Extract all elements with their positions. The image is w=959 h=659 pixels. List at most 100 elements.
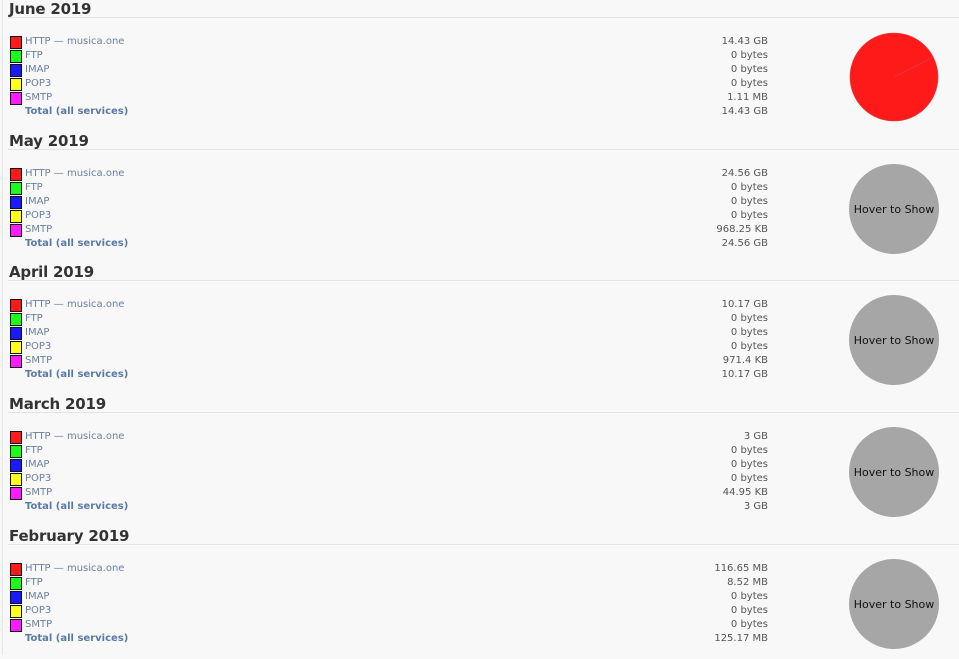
service-usage-value: 14.43 GB	[721, 36, 768, 47]
legend-swatch-icon	[10, 210, 22, 223]
service-row-http: HTTP — musica.one 3 GB	[10, 430, 770, 444]
service-label: SMTP	[25, 224, 53, 235]
service-row-pop3: POP3 0 bytes	[10, 340, 770, 354]
service-label: IMAP	[25, 591, 50, 602]
total-row: Total (all services) 10.17 GB	[10, 368, 770, 382]
service-row-ftp: FTP 0 bytes	[10, 181, 770, 195]
service-usage-value: 968.25 KB	[716, 224, 768, 235]
total-value: 14.43 GB	[721, 106, 768, 117]
total-value: 125.17 MB	[714, 633, 768, 644]
service-label: HTTP — musica.one	[25, 168, 125, 179]
service-label: FTP	[25, 50, 43, 61]
service-usage-value: 0 bytes	[730, 78, 768, 89]
service-usage-value: 24.56 GB	[721, 168, 768, 179]
section-divider	[8, 17, 959, 18]
legend-swatch-icon	[10, 487, 22, 500]
section-divider	[8, 544, 959, 545]
service-usage-value: 0 bytes	[730, 64, 768, 75]
service-row-http: HTTP — musica.one 116.65 MB	[10, 562, 770, 576]
service-row-http: HTTP — musica.one 10.17 GB	[10, 298, 770, 312]
service-row-ftp: FTP 0 bytes	[10, 312, 770, 326]
service-row-smtp: SMTP 968.25 KB	[10, 223, 770, 237]
service-label: IMAP	[25, 64, 50, 75]
service-usage-value: 0 bytes	[730, 182, 768, 193]
total-label: Total (all services)	[25, 369, 129, 380]
total-label: Total (all services)	[25, 501, 129, 512]
service-label: FTP	[25, 577, 43, 588]
service-label: POP3	[25, 210, 52, 221]
hover-to-show-chart[interactable]: Hover to Show	[849, 164, 939, 254]
month-section: April 2019 HTTP — musica.one 10.17 GB FTP 0 …	[0, 263, 959, 395]
service-label: SMTP	[25, 355, 53, 366]
legend-swatch-icon	[10, 445, 22, 458]
service-usage-value: 0 bytes	[730, 605, 768, 616]
service-row-ftp: FTP 0 bytes	[10, 444, 770, 458]
service-label: POP3	[25, 341, 52, 352]
service-row-imap: IMAP 0 bytes	[10, 63, 770, 77]
service-usage-value: 0 bytes	[730, 341, 768, 352]
service-row-smtp: SMTP 971.4 KB	[10, 354, 770, 368]
service-row-pop3: POP3 0 bytes	[10, 604, 770, 618]
month-section: February 2019 HTTP — musica.one 116.65 MB F…	[0, 527, 959, 659]
legend-swatch-icon	[10, 196, 22, 209]
legend-swatch-icon	[10, 78, 22, 91]
total-row: Total (all services) 14.43 GB	[10, 105, 770, 119]
legend-swatch-icon	[10, 563, 22, 576]
total-label: Total (all services)	[25, 238, 129, 249]
usage-pie-chart[interactable]	[849, 32, 939, 122]
service-label: HTTP — musica.one	[25, 36, 125, 47]
service-usage-value: 0 bytes	[730, 313, 768, 324]
service-row-imap: IMAP 0 bytes	[10, 458, 770, 472]
service-label: HTTP — musica.one	[25, 431, 125, 442]
service-usage-value: 3 GB	[743, 431, 768, 442]
service-label: HTTP — musica.one	[25, 563, 125, 574]
legend-swatch-icon	[10, 577, 22, 590]
section-divider	[8, 280, 959, 281]
service-list: HTTP — musica.one 14.43 GB FTP 0 bytes IMAP 0…	[10, 35, 770, 119]
service-row-http: HTTP — musica.one 24.56 GB	[10, 167, 770, 181]
legend-swatch-icon	[10, 64, 22, 77]
service-row-imap: IMAP 0 bytes	[10, 326, 770, 340]
legend-swatch-icon	[10, 431, 22, 444]
service-usage-value: 0 bytes	[730, 591, 768, 602]
service-label: HTTP — musica.one	[25, 299, 125, 310]
legend-swatch-icon	[10, 182, 22, 195]
month-section: June 2019 HTTP — musica.one 14.43 GB FTP 0 b…	[0, 0, 959, 132]
hover-to-show-chart[interactable]: Hover to Show	[849, 295, 939, 385]
service-label: POP3	[25, 78, 52, 89]
service-row-pop3: POP3 0 bytes	[10, 472, 770, 486]
legend-swatch-icon	[10, 341, 22, 354]
total-label: Total (all services)	[25, 106, 129, 117]
total-value: 3 GB	[743, 501, 768, 512]
month-title: April 2019	[9, 263, 94, 281]
service-usage-value: 44.95 KB	[722, 487, 768, 498]
service-usage-value: 0 bytes	[730, 473, 768, 484]
service-row-smtp: SMTP 1.11 MB	[10, 91, 770, 105]
service-row-ftp: FTP 0 bytes	[10, 49, 770, 63]
service-usage-value: 0 bytes	[730, 459, 768, 470]
service-row-imap: IMAP 0 bytes	[10, 590, 770, 604]
legend-swatch-icon	[10, 224, 22, 237]
hover-to-show-chart[interactable]: Hover to Show	[849, 559, 939, 649]
service-label: SMTP	[25, 619, 53, 630]
service-usage-value: 10.17 GB	[721, 299, 768, 310]
service-label: FTP	[25, 313, 43, 324]
section-divider	[8, 149, 959, 150]
service-list: HTTP — musica.one 24.56 GB FTP 0 bytes IMAP 0…	[10, 167, 770, 251]
service-usage-value: 1.11 MB	[727, 92, 768, 103]
service-usage-value: 116.65 MB	[714, 563, 768, 574]
legend-swatch-icon	[10, 50, 22, 63]
hover-to-show-chart[interactable]: Hover to Show	[849, 427, 939, 517]
month-title: June 2019	[9, 0, 92, 18]
service-usage-value: 8.52 MB	[727, 577, 768, 588]
service-usage-value: 0 bytes	[730, 327, 768, 338]
legend-swatch-icon	[10, 473, 22, 486]
month-section: March 2019 HTTP — musica.one 3 GB FTP 0 byte…	[0, 395, 959, 527]
legend-swatch-icon	[10, 619, 22, 632]
month-title: February 2019	[9, 527, 130, 545]
service-row-imap: IMAP 0 bytes	[10, 195, 770, 209]
service-label: IMAP	[25, 196, 50, 207]
total-label: Total (all services)	[25, 633, 129, 644]
total-row: Total (all services) 3 GB	[10, 500, 770, 514]
service-usage-value: 0 bytes	[730, 196, 768, 207]
